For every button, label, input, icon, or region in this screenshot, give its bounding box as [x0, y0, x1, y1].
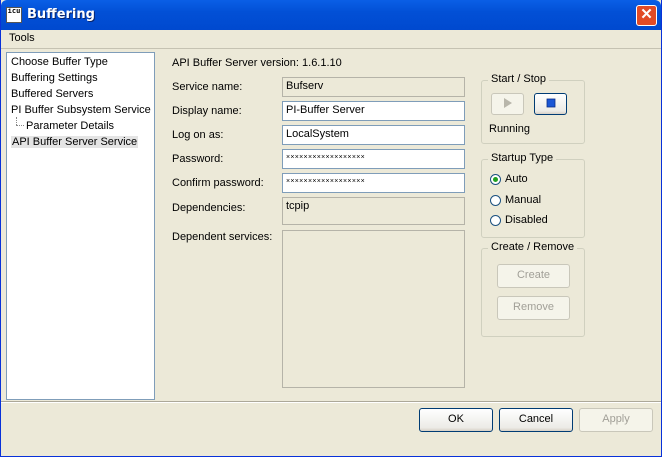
service-name-field: Bufserv — [282, 77, 465, 97]
dependencies-field: tcpip — [282, 197, 465, 225]
service-status: Running — [489, 123, 530, 135]
startup-auto-label: Auto — [505, 173, 528, 185]
confirm-password-field[interactable]: ×××××××××××××××××× — [282, 173, 465, 193]
tree-item-choose-buffer-type[interactable]: Choose Buffer Type — [11, 56, 108, 68]
dependencies-label: Dependencies: — [172, 202, 246, 214]
start-stop-group: Start / Stop Running — [481, 73, 585, 144]
window-title: Buffering — [27, 7, 95, 22]
tree-connector — [16, 117, 17, 125]
navigation-tree: Choose Buffer Type Buffering Settings Bu… — [6, 52, 155, 400]
display-name-field[interactable]: PI-Buffer Server — [282, 101, 465, 121]
startup-disabled-radio[interactable]: Disabled — [490, 214, 548, 226]
tree-connector — [16, 125, 24, 126]
close-button[interactable]: ✕ — [636, 5, 657, 26]
dependent-services-field — [282, 230, 465, 388]
apply-button[interactable]: Apply — [579, 408, 653, 432]
menu-bar: Tools — [1, 30, 661, 49]
startup-type-title: Startup Type — [488, 152, 557, 164]
tree-item-buffering-settings[interactable]: Buffering Settings — [11, 72, 98, 84]
startup-manual-label: Manual — [505, 194, 542, 206]
password-label: Password: — [172, 153, 224, 165]
create-remove-title: Create / Remove — [488, 241, 578, 253]
logon-label: Log on as: — [172, 129, 224, 141]
stop-button[interactable] — [534, 93, 567, 115]
confirm-password-label: Confirm password: — [172, 177, 264, 189]
buffering-window: icu Buffering ✕ Tools Choose Buffer Type… — [0, 0, 662, 457]
version-text: API Buffer Server version: 1.6.1.10 — [172, 57, 342, 69]
service-panel: API Buffer Server version: 1.6.1.10 Serv… — [157, 52, 660, 400]
startup-type-group: Startup Type Auto Manual Disabled — [481, 152, 585, 238]
radio-unchecked-icon — [490, 194, 501, 206]
radio-unchecked-icon — [490, 214, 501, 226]
play-icon — [503, 98, 512, 109]
startup-disabled-label: Disabled — [505, 214, 548, 226]
password-field[interactable]: ×××××××××××××××××× — [282, 149, 465, 169]
logon-field[interactable]: LocalSystem — [282, 125, 465, 145]
app-icon: icu — [6, 7, 22, 23]
startup-auto-radio[interactable]: Auto — [490, 173, 528, 185]
title-bar[interactable]: icu Buffering ✕ — [1, 0, 661, 30]
close-icon: ✕ — [640, 6, 653, 23]
tree-item-api-buffer-server-service[interactable]: API Buffer Server Service — [11, 136, 139, 148]
service-name-label: Service name: — [172, 81, 243, 93]
startup-manual-radio[interactable]: Manual — [490, 194, 541, 206]
start-button[interactable] — [491, 93, 524, 115]
tree-item-parameter-details[interactable]: Parameter Details — [26, 120, 114, 132]
tree-item-pi-buffer-subsystem-service[interactable]: PI Buffer Subsystem Service — [11, 104, 151, 116]
create-remove-group: Create / Remove Create Remove — [481, 241, 585, 337]
cancel-button[interactable]: Cancel — [499, 408, 573, 432]
footer-separator — [1, 401, 661, 403]
radio-checked-icon — [490, 173, 501, 185]
display-name-label: Display name: — [172, 105, 242, 117]
tree-item-buffered-servers[interactable]: Buffered Servers — [11, 88, 93, 100]
stop-icon — [546, 98, 555, 108]
start-stop-title: Start / Stop — [488, 73, 550, 85]
create-button[interactable]: Create — [497, 264, 570, 288]
ok-button[interactable]: OK — [419, 408, 493, 432]
remove-button[interactable]: Remove — [497, 296, 570, 320]
dependent-services-label: Dependent services: — [172, 231, 273, 243]
menu-tools[interactable]: Tools — [9, 32, 35, 44]
